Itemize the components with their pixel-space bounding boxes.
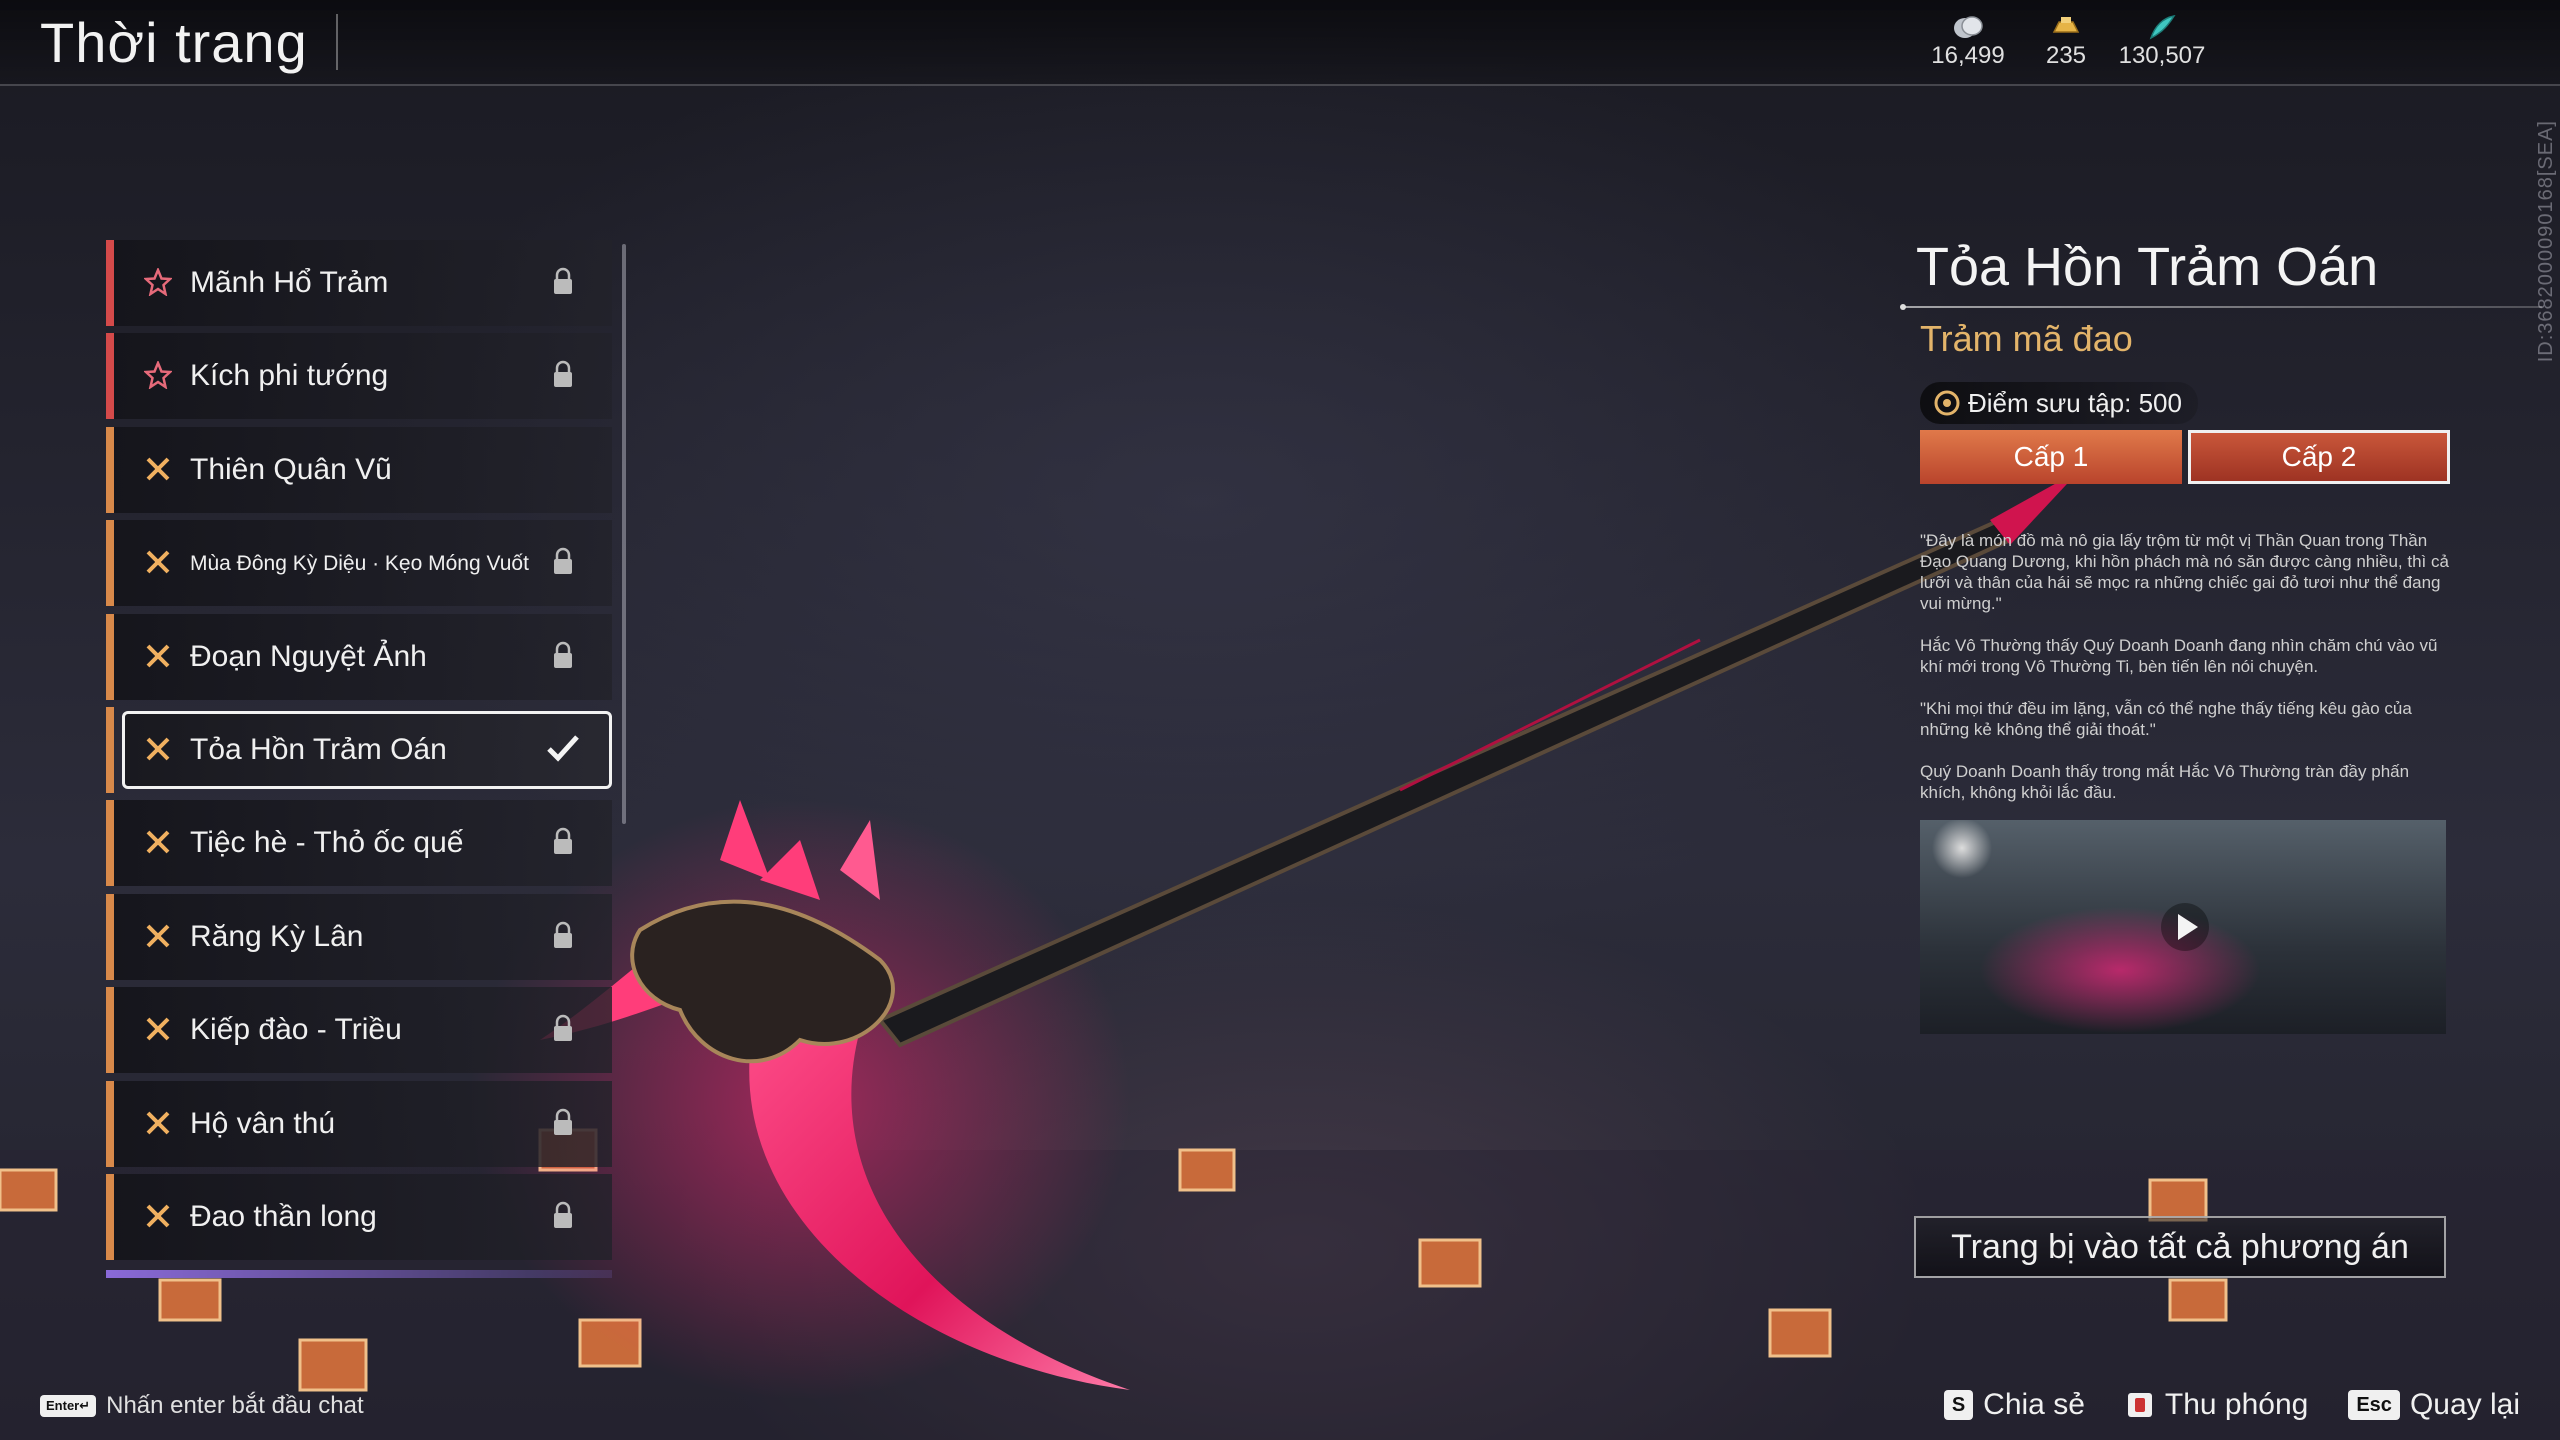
lore-paragraph: "Khi mọi thứ đều im lặng, vẫn có thể ngh… [1920, 699, 2412, 739]
skin-item-selected[interactable]: Tỏa Hồn Trảm Oán [106, 706, 612, 793]
share-button[interactable]: S Chia sẻ [1943, 1388, 2085, 1422]
lore-paragraph: "Đây là món đồ mà nô gia lấy trộm từ một… [1920, 531, 2449, 613]
crossed-blades-icon [146, 550, 170, 574]
preview-video-thumbnail[interactable] [1920, 820, 2446, 1034]
lore-paragraph: Hắc Vô Thường thấy Quý Doanh Doanh đang … [1920, 636, 2438, 676]
enter-key-icon: Enter↵ [40, 1395, 97, 1417]
lock-icon [554, 641, 572, 668]
skin-list-scrollbar[interactable] [622, 244, 626, 824]
heading-underline [1900, 304, 2542, 310]
crossed-blades-icon [146, 737, 170, 761]
currency-jade-value: 130,507 [2118, 42, 2206, 69]
skin-item[interactable]: Kích phi tướng [106, 333, 612, 420]
skin-item[interactable]: Đao thần long [106, 1173, 612, 1260]
lock-icon [554, 1014, 572, 1042]
lock-icon [554, 547, 572, 575]
skin-item-label: Kiếp đào - Triều [190, 1013, 402, 1047]
tab-tier-1[interactable]: Cấp 1 [1920, 430, 2182, 484]
skin-name-heading: Tỏa Hồn Trảm Oán [1916, 237, 2379, 297]
crossed-blades-icon [146, 457, 170, 481]
skin-list-next-item-edge [106, 1270, 612, 1278]
collection-points-badge: Điểm sưu tập: 500 [1920, 382, 2198, 424]
esc-key-icon: Esc [2348, 1390, 2400, 1420]
jade-feather-icon [2149, 14, 2176, 40]
server-id-label: ID:3682000090168[SEA] [2535, 120, 2557, 363]
skin-item-label: Mãnh Hổ Trảm [190, 266, 389, 299]
equip-all-presets-button[interactable]: Trang bị vào tất cả phương án [1914, 1216, 2446, 1278]
silver-coin-icon [1954, 16, 1983, 38]
collection-points-text: Điểm sưu tập: 500 [1968, 387, 2182, 418]
skin-item[interactable]: Mùa Đông Kỳ Diệu · Kẹo Móng Vuốt [106, 520, 612, 607]
skin-item-label: Kích phi tướng [190, 359, 389, 393]
crossed-blades-icon [146, 830, 170, 854]
top-bar: Thời trang 16,499 235 130,507 [0, 0, 2560, 86]
skin-item-label: Tỏa Hồn Trảm Oán [190, 732, 447, 766]
lock-icon [554, 361, 572, 388]
lock-icon [554, 921, 572, 948]
zoom-icon [2127, 1393, 2152, 1417]
play-icon [2161, 903, 2209, 951]
chat-hint-text: Nhấn enter bắt đầu chat [106, 1392, 364, 1419]
back-label: Quay lại [2409, 1388, 2520, 1421]
lore-text: "Đây là món đồ mà nô gia lấy trộm từ một… [1920, 530, 2452, 824]
crossed-blades-icon [146, 644, 170, 667]
skin-item-label: Tiệc hè - Thỏ ốc quế [190, 826, 464, 860]
checkmark-icon [547, 735, 579, 762]
skin-item[interactable]: Hộ vân thú [106, 1080, 612, 1167]
gold-ingot-icon [2052, 17, 2080, 33]
skin-item-label: Đao thần long [190, 1199, 377, 1233]
skin-item-label: Răng Kỳ Lân [190, 919, 364, 953]
zoom-label: Thu phóng [2164, 1388, 2309, 1421]
crossed-blades-icon [146, 1017, 170, 1041]
share-label: Chia sẻ [1983, 1388, 2085, 1421]
lock-icon [554, 267, 572, 294]
skin-item[interactable]: Thiên Quân Vũ [106, 426, 612, 513]
skin-item[interactable]: Đoạn Nguyệt Ảnh [106, 613, 612, 700]
star-icon [144, 268, 172, 296]
skin-item[interactable]: Kiếp đào - Triều [106, 987, 612, 1074]
skin-item-label: Hộ vân thú [190, 1106, 336, 1140]
crossed-blades-icon [146, 924, 170, 948]
skin-item[interactable]: Tiệc hè - Thỏ ốc quế [106, 800, 612, 887]
skin-item-label: Đoạn Nguyệt Ảnh [190, 639, 427, 673]
skin-item-label: Mùa Đông Kỳ Diệu · Kẹo Móng Vuốt [190, 552, 529, 576]
lock-icon [554, 828, 572, 855]
collection-coin-icon [1934, 390, 1960, 416]
page-title: Thời trang [40, 11, 308, 74]
skin-item-label: Thiên Quân Vũ [190, 452, 392, 486]
back-button[interactable]: Esc Quay lại [2348, 1388, 2520, 1422]
weapon-type-label: Trảm mã đao [1920, 318, 2133, 359]
currency-jade[interactable]: 130,507 [2102, 14, 2222, 70]
lock-icon [554, 1108, 572, 1135]
bottom-actions: S Chia sẻ Thu phóng Esc Quay lại [1904, 1388, 2520, 1422]
chat-hint[interactable]: Enter↵ Nhấn enter bắt đầu chat [40, 1392, 364, 1420]
zoom-button[interactable]: Thu phóng [2125, 1388, 2308, 1422]
crossed-blades-icon [146, 1204, 170, 1228]
skin-item[interactable]: Răng Kỳ Lân [106, 893, 612, 980]
lock-icon [554, 1201, 572, 1228]
skin-item[interactable]: Mãnh Hổ Trảm [106, 240, 612, 326]
title-divider [336, 14, 338, 70]
skin-list: Mãnh Hổ Trảm Kích phi tướng Thiên Quân V… [106, 240, 612, 1267]
tier-tabs: Cấp 1 Cấp 2 [1920, 430, 2452, 484]
lore-paragraph: Quý Doanh Doanh thấy trong mắt Hắc Vô Th… [1920, 762, 2410, 802]
crossed-blades-icon [146, 1111, 170, 1134]
star-icon [144, 361, 172, 390]
tab-tier-2[interactable]: Cấp 2 [2188, 430, 2450, 484]
share-key-icon: S [1943, 1390, 1974, 1420]
